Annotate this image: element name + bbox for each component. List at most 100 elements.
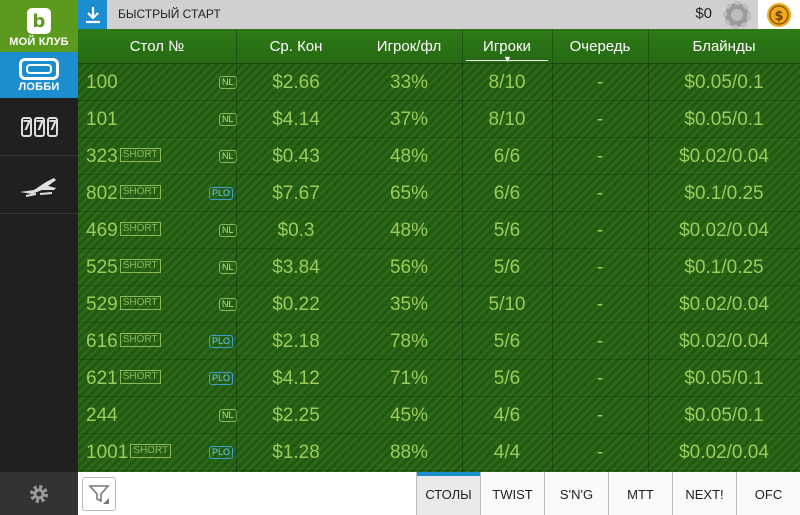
table-row[interactable]: 802 SHORT PLO $7.67 65% 6/6 - $0.1/0.25 bbox=[78, 175, 800, 212]
blinds-cell: $0.02/0.04 bbox=[679, 331, 769, 352]
game-type-badge: PLO bbox=[209, 335, 234, 348]
slots-button[interactable]: 777 bbox=[0, 98, 78, 156]
players-flop-cell: 33% bbox=[389, 72, 429, 93]
blinds-cell: $0.05/0.1 bbox=[684, 405, 764, 426]
short-badge: SHORT bbox=[119, 258, 161, 273]
tab-ofc[interactable]: OFC bbox=[736, 472, 800, 515]
tab-next[interactable]: NEXT! bbox=[672, 472, 736, 515]
sort-down-arrow-icon: ▼ bbox=[503, 54, 512, 64]
players-cell: 5/6 bbox=[493, 257, 521, 278]
table-row[interactable]: 616 SHORT PLO $2.18 78% 5/6 - $0.02/0.04 bbox=[78, 323, 800, 360]
blinds-cell: $0.02/0.04 bbox=[679, 442, 769, 463]
table-id: 802 bbox=[86, 183, 118, 204]
avg-pot-cell: $4.12 bbox=[272, 368, 320, 389]
filter-funnel-icon bbox=[88, 485, 110, 504]
bottom-bar: СТОЛЫ TWIST S'N'G MTT NEXT! OFC bbox=[78, 472, 800, 515]
table-row[interactable]: 621 SHORT PLO $4.12 71% 5/6 - $0.05/0.1 bbox=[78, 360, 800, 397]
players-flop-cell: 56% bbox=[389, 257, 429, 278]
blinds-cell: $0.1/0.25 bbox=[684, 257, 764, 278]
players-cell: 8/10 bbox=[488, 109, 526, 130]
lobby-label: ЛОББИ bbox=[18, 80, 60, 93]
table-id: 100 bbox=[86, 72, 118, 93]
cashier-coin-icon[interactable]: $ bbox=[758, 0, 800, 29]
gear-icon bbox=[30, 484, 48, 503]
header-avg-pot[interactable]: Ср. Кон bbox=[236, 29, 356, 64]
table-row[interactable]: 529 SHORT NL $0.22 35% 5/10- $0.02/0.04 bbox=[78, 286, 800, 323]
table-id: 616 bbox=[86, 331, 118, 352]
my-club-button[interactable]: b МОЙ КЛУБ bbox=[0, 0, 78, 52]
quick-start-button[interactable] bbox=[78, 0, 107, 29]
blinds-cell: $0.05/0.1 bbox=[684, 109, 764, 130]
table-row[interactable]: 1001 SHORT PLO $1.28 88% 4/4 - $0.02/0.04 bbox=[78, 434, 800, 471]
players-cell: 5/6 bbox=[493, 331, 521, 352]
header-players-flop[interactable]: Игрок/фл bbox=[356, 29, 462, 64]
avg-pot-cell: $0.43 bbox=[272, 146, 320, 167]
game-type-badge: NL bbox=[219, 113, 237, 126]
players-flop-cell: 48% bbox=[389, 220, 429, 241]
header-blinds[interactable]: Блайнды bbox=[648, 29, 800, 64]
short-badge: SHORT bbox=[119, 332, 161, 347]
queue-cell: - bbox=[596, 442, 604, 463]
table-row[interactable]: 525 SHORT NL $3.84 56% 5/6- $0.1/0.25 bbox=[78, 249, 800, 286]
players-flop-cell: 48% bbox=[389, 146, 429, 167]
top-bar: БЫСТРЫЙ СТАРТ $0 $ bbox=[78, 0, 800, 29]
download-arrow-icon bbox=[85, 6, 100, 23]
table-id: 101 bbox=[86, 109, 118, 130]
blinds-cell: $0.05/0.1 bbox=[684, 72, 764, 93]
sidebar: b МОЙ КЛУБ ЛОББИ 777 bbox=[0, 0, 78, 515]
table-id: 244 bbox=[86, 405, 118, 426]
table-row[interactable]: 323 SHORT NL $0.43 48% 6/6- $0.02/0.04 bbox=[78, 138, 800, 175]
table-row[interactable]: 469 SHORT NL $0.3 48% 5/6- $0.02/0.04 bbox=[78, 212, 800, 249]
avg-pot-cell: $7.67 bbox=[272, 183, 320, 204]
players-cell: 5/6 bbox=[493, 220, 521, 241]
avg-pot-cell: $2.25 bbox=[272, 405, 320, 426]
game-type-badge: NL bbox=[219, 261, 237, 274]
table-row[interactable]: 101 NL $4.14 37% 8/10 - $0.05/0.1 bbox=[78, 101, 800, 138]
header-queue[interactable]: Очередь bbox=[552, 29, 648, 64]
blinds-cell: $0.02/0.04 bbox=[679, 220, 769, 241]
header-players[interactable]: Игроки ▼ bbox=[462, 29, 552, 64]
players-cell: 4/4 bbox=[493, 442, 521, 463]
balance-amount: $0 bbox=[695, 5, 712, 22]
slot-machine-icon: 777 bbox=[20, 116, 58, 137]
game-type-tabs: СТОЛЫ TWIST S'N'G MTT NEXT! OFC bbox=[416, 472, 800, 515]
short-badge: SHORT bbox=[119, 147, 161, 162]
table-row[interactable]: 244 NL $2.25 45% 4/6 - $0.05/0.1 bbox=[78, 397, 800, 434]
tables-list: Стол № Ср. Кон Игрок/фл Игроки ▼ Очередь… bbox=[78, 29, 800, 472]
tab-s-n-g[interactable]: S'N'G bbox=[544, 472, 608, 515]
header-table-no[interactable]: Стол № bbox=[78, 29, 236, 64]
header-players-label: Игроки bbox=[483, 38, 531, 55]
queue-cell: - bbox=[596, 257, 604, 278]
players-cell: 5/10 bbox=[488, 294, 526, 315]
club-logo-icon: b bbox=[27, 8, 51, 34]
players-cell: 6/6 bbox=[493, 146, 521, 167]
avg-pot-cell: $2.18 bbox=[272, 331, 320, 352]
game-type-badge: PLO bbox=[209, 446, 234, 459]
blinds-cell: $0.02/0.04 bbox=[679, 294, 769, 315]
aviator-game-button[interactable] bbox=[0, 156, 78, 214]
poker-lobby-app: b МОЙ КЛУБ ЛОББИ 777 БЫСТРЫЙ СТАРТ $0 $ … bbox=[0, 0, 800, 515]
table-id-cell: 529 SHORT bbox=[86, 286, 236, 323]
tab-twist[interactable]: TWIST bbox=[480, 472, 544, 515]
tab-столы[interactable]: СТОЛЫ bbox=[416, 472, 480, 515]
svg-text:$: $ bbox=[774, 9, 783, 24]
table-id: 529 bbox=[86, 294, 118, 315]
table-id-cell: 100 bbox=[86, 64, 236, 101]
queue-cell: - bbox=[596, 109, 604, 130]
settings-button[interactable] bbox=[0, 472, 78, 515]
table-header: Стол № Ср. Кон Игрок/фл Игроки ▼ Очередь… bbox=[78, 29, 800, 64]
quick-start-label[interactable]: БЫСТРЫЙ СТАРТ bbox=[118, 7, 221, 21]
game-type-badge: NL bbox=[219, 150, 237, 163]
lobby-button[interactable]: ЛОББИ bbox=[0, 52, 78, 98]
players-cell: 8/10 bbox=[488, 72, 526, 93]
table-id-cell: 323 SHORT bbox=[86, 138, 236, 175]
players-flop-cell: 45% bbox=[389, 405, 429, 426]
table-row[interactable]: 100 NL $2.66 33% 8/10 - $0.05/0.1 bbox=[78, 64, 800, 101]
filter-button[interactable] bbox=[82, 477, 116, 511]
avg-pot-cell: $4.14 bbox=[272, 109, 320, 130]
game-type-badge: PLO bbox=[209, 372, 234, 385]
game-type-badge: NL bbox=[219, 298, 237, 311]
tab-mtt[interactable]: MTT bbox=[608, 472, 672, 515]
avg-pot-cell: $2.66 bbox=[272, 72, 320, 93]
poker-chip-icon[interactable] bbox=[718, 0, 756, 29]
